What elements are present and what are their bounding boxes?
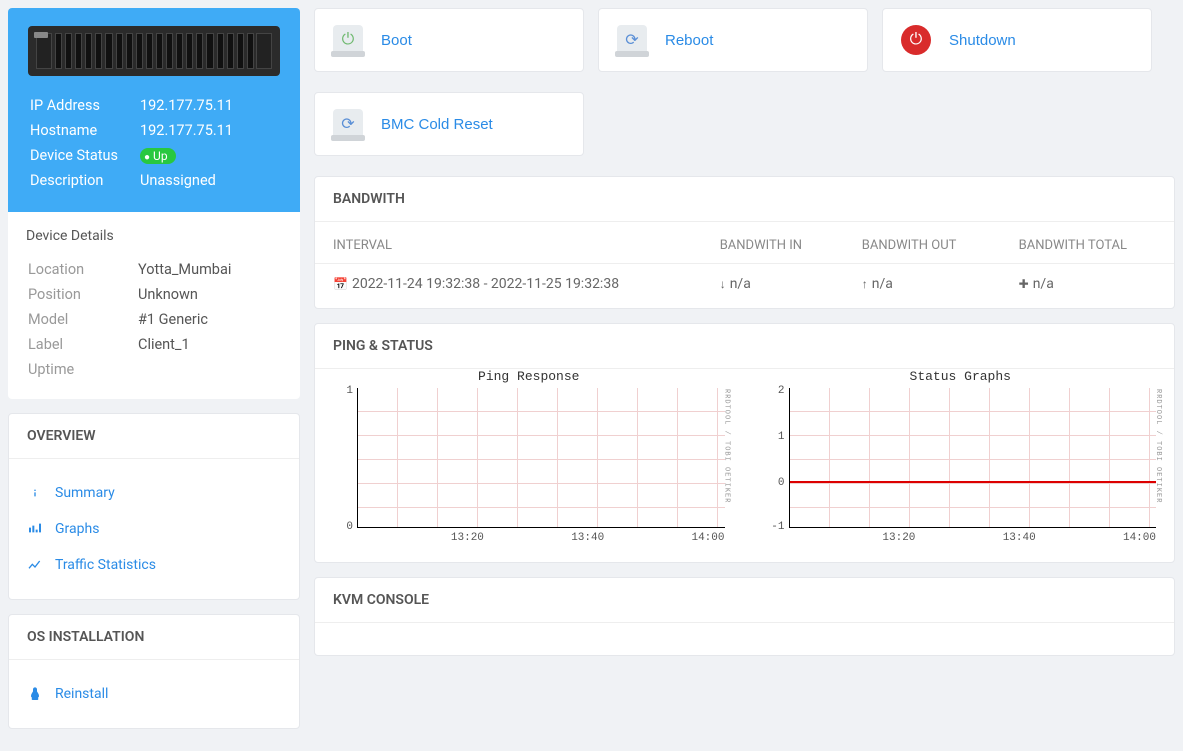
bmc-reset-button[interactable]: ⟳ BMC Cold Reset (314, 92, 584, 156)
overview-heading: OVERVIEW (9, 414, 299, 459)
power-actions-panel: ⏻ Boot ⟳ Reboot ⏻ Shutdown ⟳ BMC Cold Re… (314, 8, 1175, 156)
linux-icon (27, 686, 43, 702)
line-chart-icon (27, 557, 43, 573)
col-in: BANDWITH IN (702, 222, 844, 264)
device-hero-card: IP Address192.177.75.11 Hostname192.177.… (8, 8, 300, 399)
status-graphs-chart: Status Graphs 2 1 0 -1 . 13:20 13:40 14:… (765, 369, 1157, 544)
device-details-heading: Device Details (26, 228, 282, 244)
col-out: BANDWITH OUT (844, 222, 1001, 264)
hostname-value: 192.177.75.11 (140, 119, 278, 142)
bar-chart-icon (27, 521, 43, 537)
bandwidth-heading: BANDWITH (315, 177, 1174, 222)
uptime-label: Uptime (28, 358, 136, 381)
ping-response-chart: Ping Response 1 0 . 13:20 13:40 14:00 RR… (333, 369, 725, 544)
kvm-console-card: KVM CONSOLE (314, 577, 1175, 656)
location-value: Yotta_Mumbai (138, 258, 280, 281)
calendar-icon: 📅 (333, 277, 348, 291)
hostname-label: Hostname (30, 119, 138, 142)
description-label: Description (30, 169, 138, 192)
ping-status-heading: PING & STATUS (315, 324, 1174, 369)
boot-button[interactable]: ⏻ Boot (314, 8, 584, 72)
model-value: #1 Generic (138, 308, 280, 331)
bandwidth-card: BANDWITH INTERVAL BANDWITH IN BANDWITH O… (314, 176, 1175, 309)
device-details: Device Details LocationYotta_Mumbai Posi… (8, 212, 300, 399)
nav-summary[interactable]: Summary (27, 485, 281, 501)
plus-icon: ✚ (1019, 277, 1029, 291)
description-value: Unassigned (140, 169, 278, 192)
power-icon: ⏻ (333, 25, 363, 55)
model-label: Model (28, 308, 136, 331)
server-image (28, 26, 280, 76)
label-label: Label (28, 333, 136, 356)
info-icon (27, 485, 43, 501)
arrow-down-icon: ↓ (720, 277, 726, 291)
overview-card: OVERVIEW Summary Graphs Traffic Statisti… (8, 413, 300, 600)
label-value: Client_1 (138, 333, 280, 356)
col-total: BANDWITH TOTAL (1001, 222, 1174, 264)
status-series-line (790, 481, 1157, 483)
arrow-up-icon: ↑ (862, 277, 868, 291)
ip-value: 192.177.75.11 (140, 94, 278, 117)
os-install-card: OS INSTALLATION Reinstall (8, 614, 300, 729)
refresh-icon: ⟳ (617, 25, 647, 55)
nav-reinstall[interactable]: Reinstall (27, 686, 281, 702)
rrdtool-label: RRDTOOL / TOBI OETIKER (723, 389, 731, 503)
reboot-button[interactable]: ⟳ Reboot (598, 8, 868, 72)
col-interval: INTERVAL (315, 222, 702, 264)
table-row: 📅2022-11-24 19:32:38 - 2022-11-25 19:32:… (315, 264, 1174, 309)
ping-status-card: PING & STATUS Ping Response 1 0 . 13:20 … (314, 323, 1175, 563)
kvm-heading: KVM CONSOLE (315, 578, 1174, 623)
device-hero: IP Address192.177.75.11 Hostname192.177.… (8, 8, 300, 212)
rrdtool-label: RRDTOOL / TOBI OETIKER (1154, 389, 1162, 503)
ip-label: IP Address (30, 94, 138, 117)
power-off-icon: ⏻ (901, 25, 931, 55)
position-value: Unknown (138, 283, 280, 306)
nav-graphs[interactable]: Graphs (27, 521, 281, 537)
status-label: Device Status (30, 144, 138, 167)
position-label: Position (28, 283, 136, 306)
shutdown-button[interactable]: ⏻ Shutdown (882, 8, 1152, 72)
location-label: Location (28, 258, 136, 281)
status-badge: Up (140, 148, 176, 164)
os-install-heading: OS INSTALLATION (9, 615, 299, 660)
refresh-icon: ⟳ (333, 109, 363, 139)
uptime-value (138, 358, 280, 381)
bandwidth-table: INTERVAL BANDWITH IN BANDWITH OUT BANDWI… (315, 222, 1174, 308)
nav-traffic[interactable]: Traffic Statistics (27, 557, 281, 573)
